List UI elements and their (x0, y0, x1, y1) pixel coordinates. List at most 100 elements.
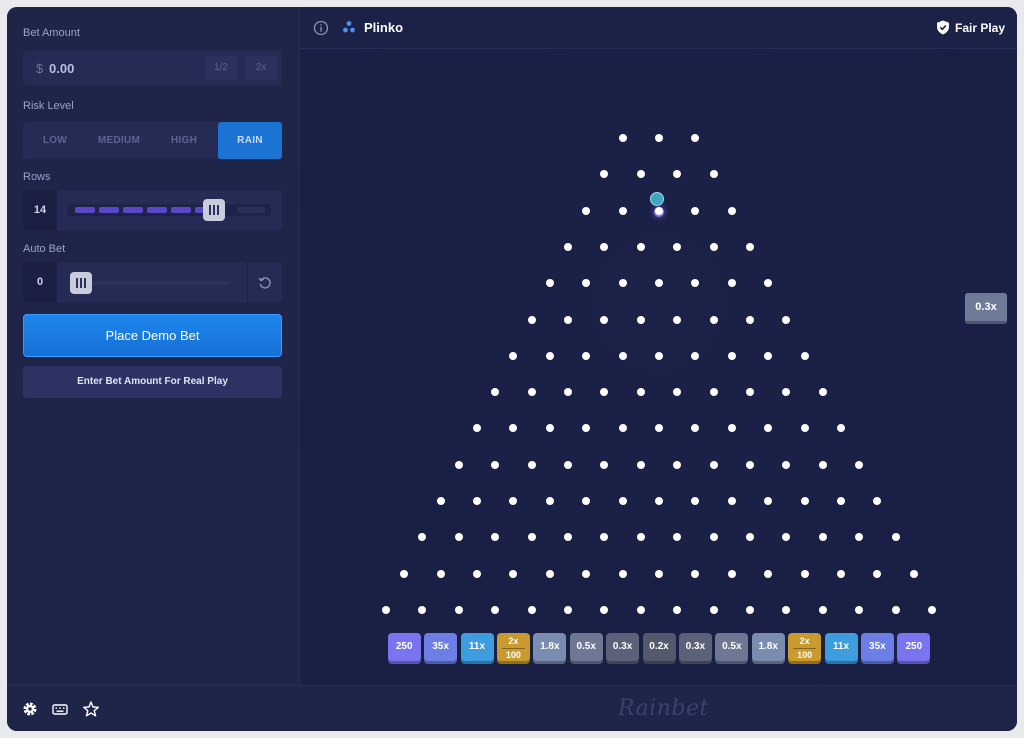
peg (527, 460, 536, 469)
peg (873, 497, 882, 505)
rows-slider-track[interactable] (67, 199, 271, 221)
peg (491, 388, 500, 397)
multiplier-slot: 250 (897, 633, 931, 664)
peg (800, 497, 809, 505)
peg (727, 424, 736, 433)
peg (382, 605, 390, 614)
peg (928, 605, 936, 614)
rows-value: 14 (23, 190, 57, 231)
peg (618, 134, 627, 142)
multiplier-slot: 11x (460, 633, 494, 664)
peg (527, 388, 536, 397)
peg (782, 460, 791, 469)
reset-auto-bet-button[interactable] (247, 262, 282, 303)
multiplier-slot: 35x (424, 633, 458, 664)
rows-slider-handle[interactable] (203, 199, 225, 221)
peg (709, 388, 718, 397)
peg (691, 497, 700, 505)
peg (454, 605, 463, 614)
risk-low-button[interactable]: LOW (23, 122, 87, 159)
peg (618, 351, 627, 360)
peg (782, 533, 791, 542)
peg (800, 351, 809, 360)
peg (636, 460, 645, 469)
peg (473, 497, 481, 505)
game-area: Plinko Fair Play 0.3x 250 35x 11x 2x 100 1.8x… (299, 7, 1017, 685)
currency-symbol: $ (36, 61, 44, 76)
risk-level-label: Risk Level (23, 100, 74, 112)
peg (545, 279, 554, 288)
peg (746, 388, 754, 397)
peg (600, 388, 609, 397)
risk-level-selector: LOW MEDIUM HIGH RAIN (23, 122, 282, 159)
peg (491, 605, 500, 614)
peg (636, 533, 645, 542)
peg (655, 569, 663, 578)
multiplier-slot: 2x 100 (496, 633, 530, 664)
rows-segment (123, 207, 143, 213)
peg (618, 569, 627, 578)
peg (545, 497, 554, 505)
peg (746, 533, 754, 542)
peg (782, 605, 791, 614)
risk-medium-button[interactable]: MEDIUM (87, 122, 151, 159)
peg (600, 533, 609, 542)
peg (655, 497, 663, 505)
rows-slider-box: 14 (23, 190, 282, 231)
peg (564, 533, 572, 542)
settings-icon[interactable] (21, 700, 39, 718)
multiplier-slot: 0.3x (606, 633, 640, 664)
risk-high-button[interactable]: HIGH (152, 122, 216, 159)
peg (727, 497, 736, 505)
peg (746, 315, 754, 324)
peg (564, 242, 572, 251)
star-icon[interactable] (82, 700, 100, 718)
peg (618, 206, 627, 215)
auto-bet-slider-handle[interactable] (70, 272, 92, 294)
peg (691, 134, 700, 142)
reset-icon (258, 276, 271, 289)
peg (709, 605, 718, 614)
peg (673, 388, 682, 397)
multiplier-label: 2x (793, 633, 817, 649)
peg (691, 569, 700, 578)
peg (582, 497, 591, 505)
fair-play-button[interactable]: Fair Play (955, 21, 1005, 35)
peg (600, 460, 609, 469)
auto-bet-slider-track[interactable] (87, 281, 229, 285)
peg (545, 424, 554, 433)
peg (709, 170, 718, 179)
peg (727, 351, 736, 360)
shield-check-icon (937, 20, 949, 35)
plinko-icon (343, 21, 355, 33)
peg (545, 569, 554, 578)
peg (691, 424, 700, 433)
bet-amount-input[interactable]: 0.00 (49, 61, 74, 76)
multiplier-slot: 35x (860, 633, 894, 664)
multiplier-sublabel: 100 (505, 650, 521, 660)
multiplier-label: 2x (501, 633, 525, 649)
peg (764, 569, 773, 578)
risk-rain-button[interactable]: RAIN (218, 122, 282, 159)
peg (600, 242, 609, 251)
peg (691, 279, 700, 288)
half-bet-button[interactable]: 1/2 (205, 56, 237, 80)
peg (545, 351, 554, 360)
keyboard-icon[interactable] (51, 700, 69, 718)
multiplier-slot: 0.3x (678, 633, 712, 664)
real-play-button[interactable]: Enter Bet Amount For Real Play (23, 366, 282, 398)
peg (636, 315, 645, 324)
peg (564, 315, 572, 324)
peg (818, 533, 827, 542)
peg (473, 569, 481, 578)
double-bet-button[interactable]: 2x (245, 56, 277, 80)
peg (673, 315, 682, 324)
place-demo-bet-button[interactable]: Place Demo Bet (23, 314, 282, 357)
peg (818, 460, 827, 469)
game-title: Plinko (364, 20, 404, 35)
bet-amount-field[interactable]: $ 0.00 1/2 2x (23, 51, 282, 85)
footer-bar: Rainbet (7, 685, 1017, 731)
falling-ball (650, 192, 664, 206)
info-icon[interactable] (313, 20, 329, 36)
peg (527, 533, 536, 542)
